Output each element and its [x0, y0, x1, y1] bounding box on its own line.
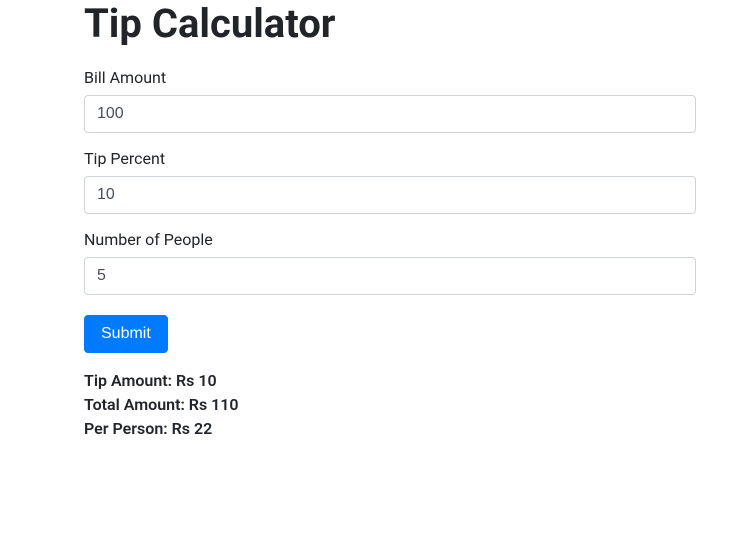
- tip-calculator: Tip Calculator Bill Amount Tip Percent N…: [0, 0, 756, 441]
- bill-amount-group: Bill Amount: [84, 68, 696, 133]
- per-person-result: Per Person: Rs 22: [84, 417, 696, 441]
- people-input[interactable]: [84, 257, 696, 295]
- total-amount-result: Total Amount: Rs 110: [84, 393, 696, 417]
- people-label: Number of People: [84, 230, 696, 249]
- page-title: Tip Calculator: [84, 0, 696, 48]
- submit-button[interactable]: Submit: [84, 315, 168, 353]
- tip-percent-input[interactable]: [84, 176, 696, 214]
- people-group: Number of People: [84, 230, 696, 295]
- tip-percent-label: Tip Percent: [84, 149, 696, 168]
- tip-amount-result: Tip Amount: Rs 10: [84, 369, 696, 393]
- bill-amount-label: Bill Amount: [84, 68, 696, 87]
- results: Tip Amount: Rs 10 Total Amount: Rs 110 P…: [84, 369, 696, 441]
- bill-amount-input[interactable]: [84, 95, 696, 133]
- tip-percent-group: Tip Percent: [84, 149, 696, 214]
